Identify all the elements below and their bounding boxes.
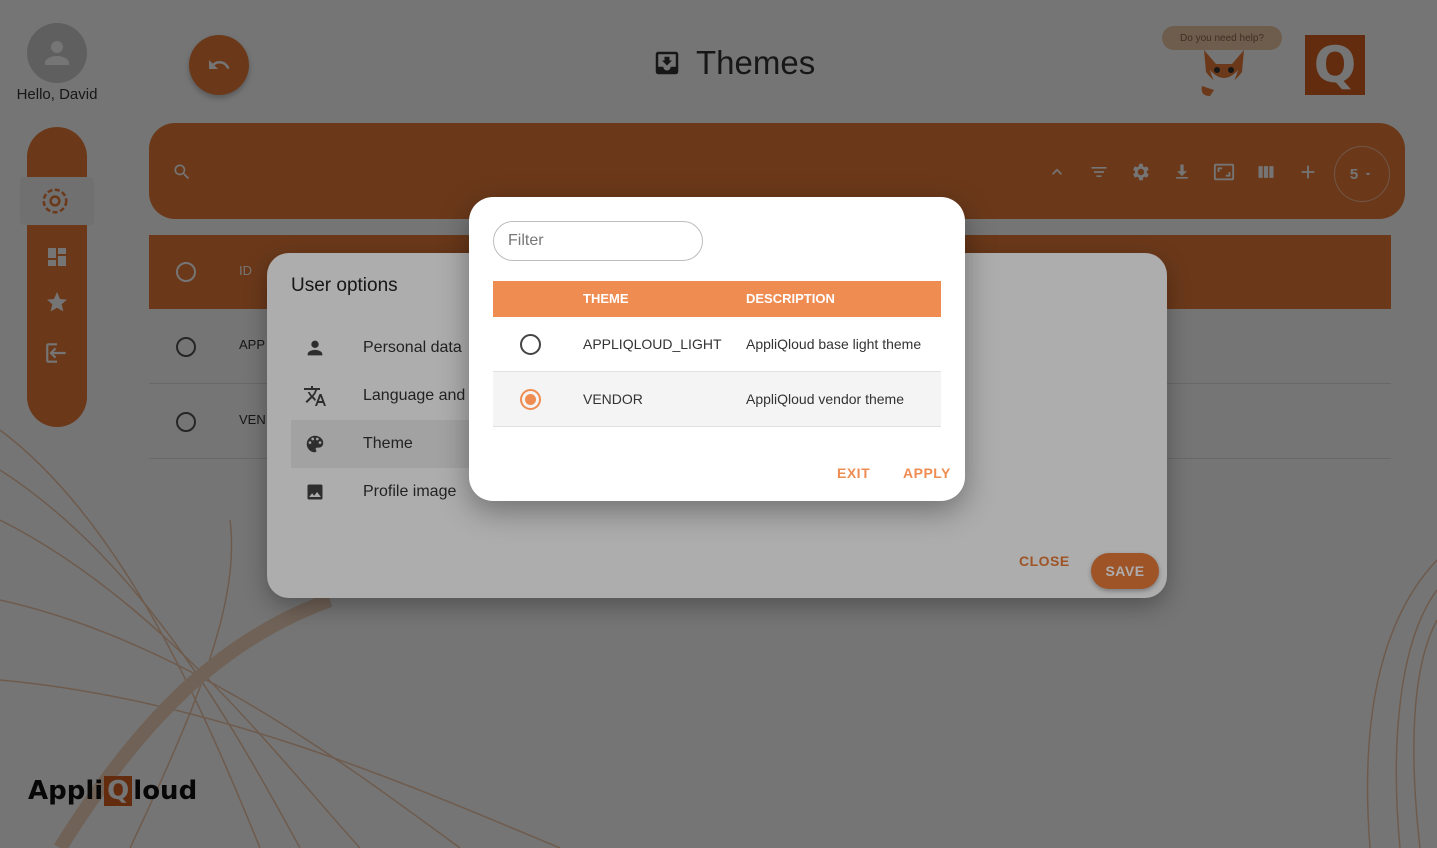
theme-table: THEME DESCRIPTION APPLIQLOUD_LIGHT Appli… (493, 281, 941, 427)
theme-radio-vendor[interactable] (520, 389, 541, 410)
theme-table-header: THEME DESCRIPTION (493, 281, 941, 317)
table-row[interactable]: APPLIQLOUD_LIGHT AppliQloud base light t… (493, 317, 941, 372)
theme-name: VENDOR (583, 391, 643, 407)
exit-button[interactable]: EXIT (837, 465, 870, 481)
column-header-theme: THEME (583, 291, 629, 306)
table-row[interactable]: VENDOR AppliQloud vendor theme (493, 372, 941, 427)
theme-description: AppliQloud base light theme (746, 336, 922, 352)
apply-button[interactable]: APPLY (903, 465, 951, 481)
column-header-description: DESCRIPTION (746, 291, 835, 306)
theme-radio-appliqloud-light[interactable] (520, 334, 541, 355)
filter-input[interactable] (493, 221, 703, 261)
theme-selection-dialog: THEME DESCRIPTION APPLIQLOUD_LIGHT Appli… (469, 197, 965, 501)
theme-name: APPLIQLOUD_LIGHT (583, 336, 722, 352)
theme-description: AppliQloud vendor theme (746, 391, 904, 407)
